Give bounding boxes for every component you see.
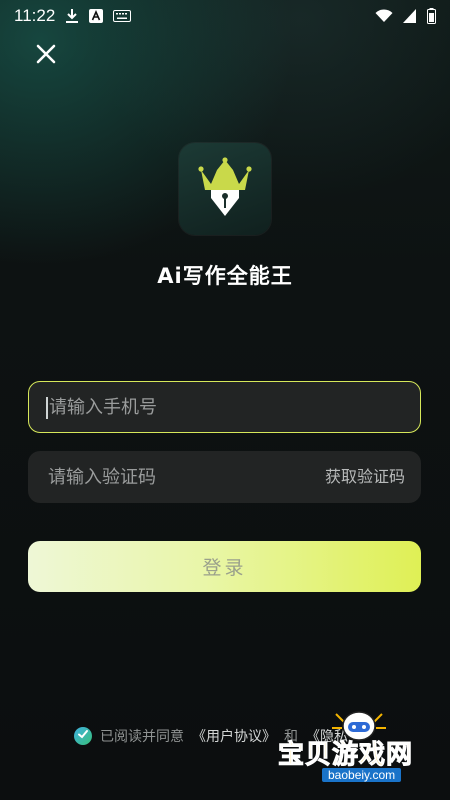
battery-icon — [427, 8, 436, 24]
close-button[interactable] — [30, 40, 62, 72]
keyboard-icon — [113, 10, 132, 22]
status-bar: 11:22 — [0, 0, 450, 32]
agreement-prefix: 已阅读并同意 — [100, 729, 184, 745]
status-right — [375, 8, 436, 24]
user-agreement-link[interactable]: 《用户协议》 — [192, 726, 276, 746]
code-field[interactable]: 获取验证码 — [28, 450, 421, 504]
status-icons — [65, 8, 132, 24]
text-caret — [46, 397, 48, 419]
get-code-button[interactable]: 获取验证码 — [325, 451, 405, 503]
a-badge-icon — [89, 9, 104, 23]
phone-input[interactable] — [45, 381, 411, 433]
verification-code-input[interactable] — [46, 450, 290, 504]
crown-pen-nib-icon — [195, 156, 255, 222]
signal-icon — [403, 9, 417, 23]
close-icon — [36, 44, 56, 68]
agreement-checkbox[interactable] — [74, 727, 92, 745]
wifi-icon — [375, 9, 393, 23]
status-time: 11:22 — [14, 6, 56, 25]
checkmark-icon — [77, 728, 89, 744]
phone-field[interactable] — [28, 381, 421, 433]
watermark: 宝贝游戏网 baobeiy.com — [277, 704, 438, 784]
login-button[interactable]: 登录 — [28, 541, 421, 592]
app-logo — [179, 143, 271, 235]
watermark-text: 宝贝游戏网 — [277, 740, 414, 771]
status-left: 11:22 — [14, 6, 132, 26]
download-icon — [65, 8, 79, 24]
app-title: Ai写作全能王 — [157, 264, 293, 288]
watermark-url: baobeiy.com — [322, 768, 402, 782]
